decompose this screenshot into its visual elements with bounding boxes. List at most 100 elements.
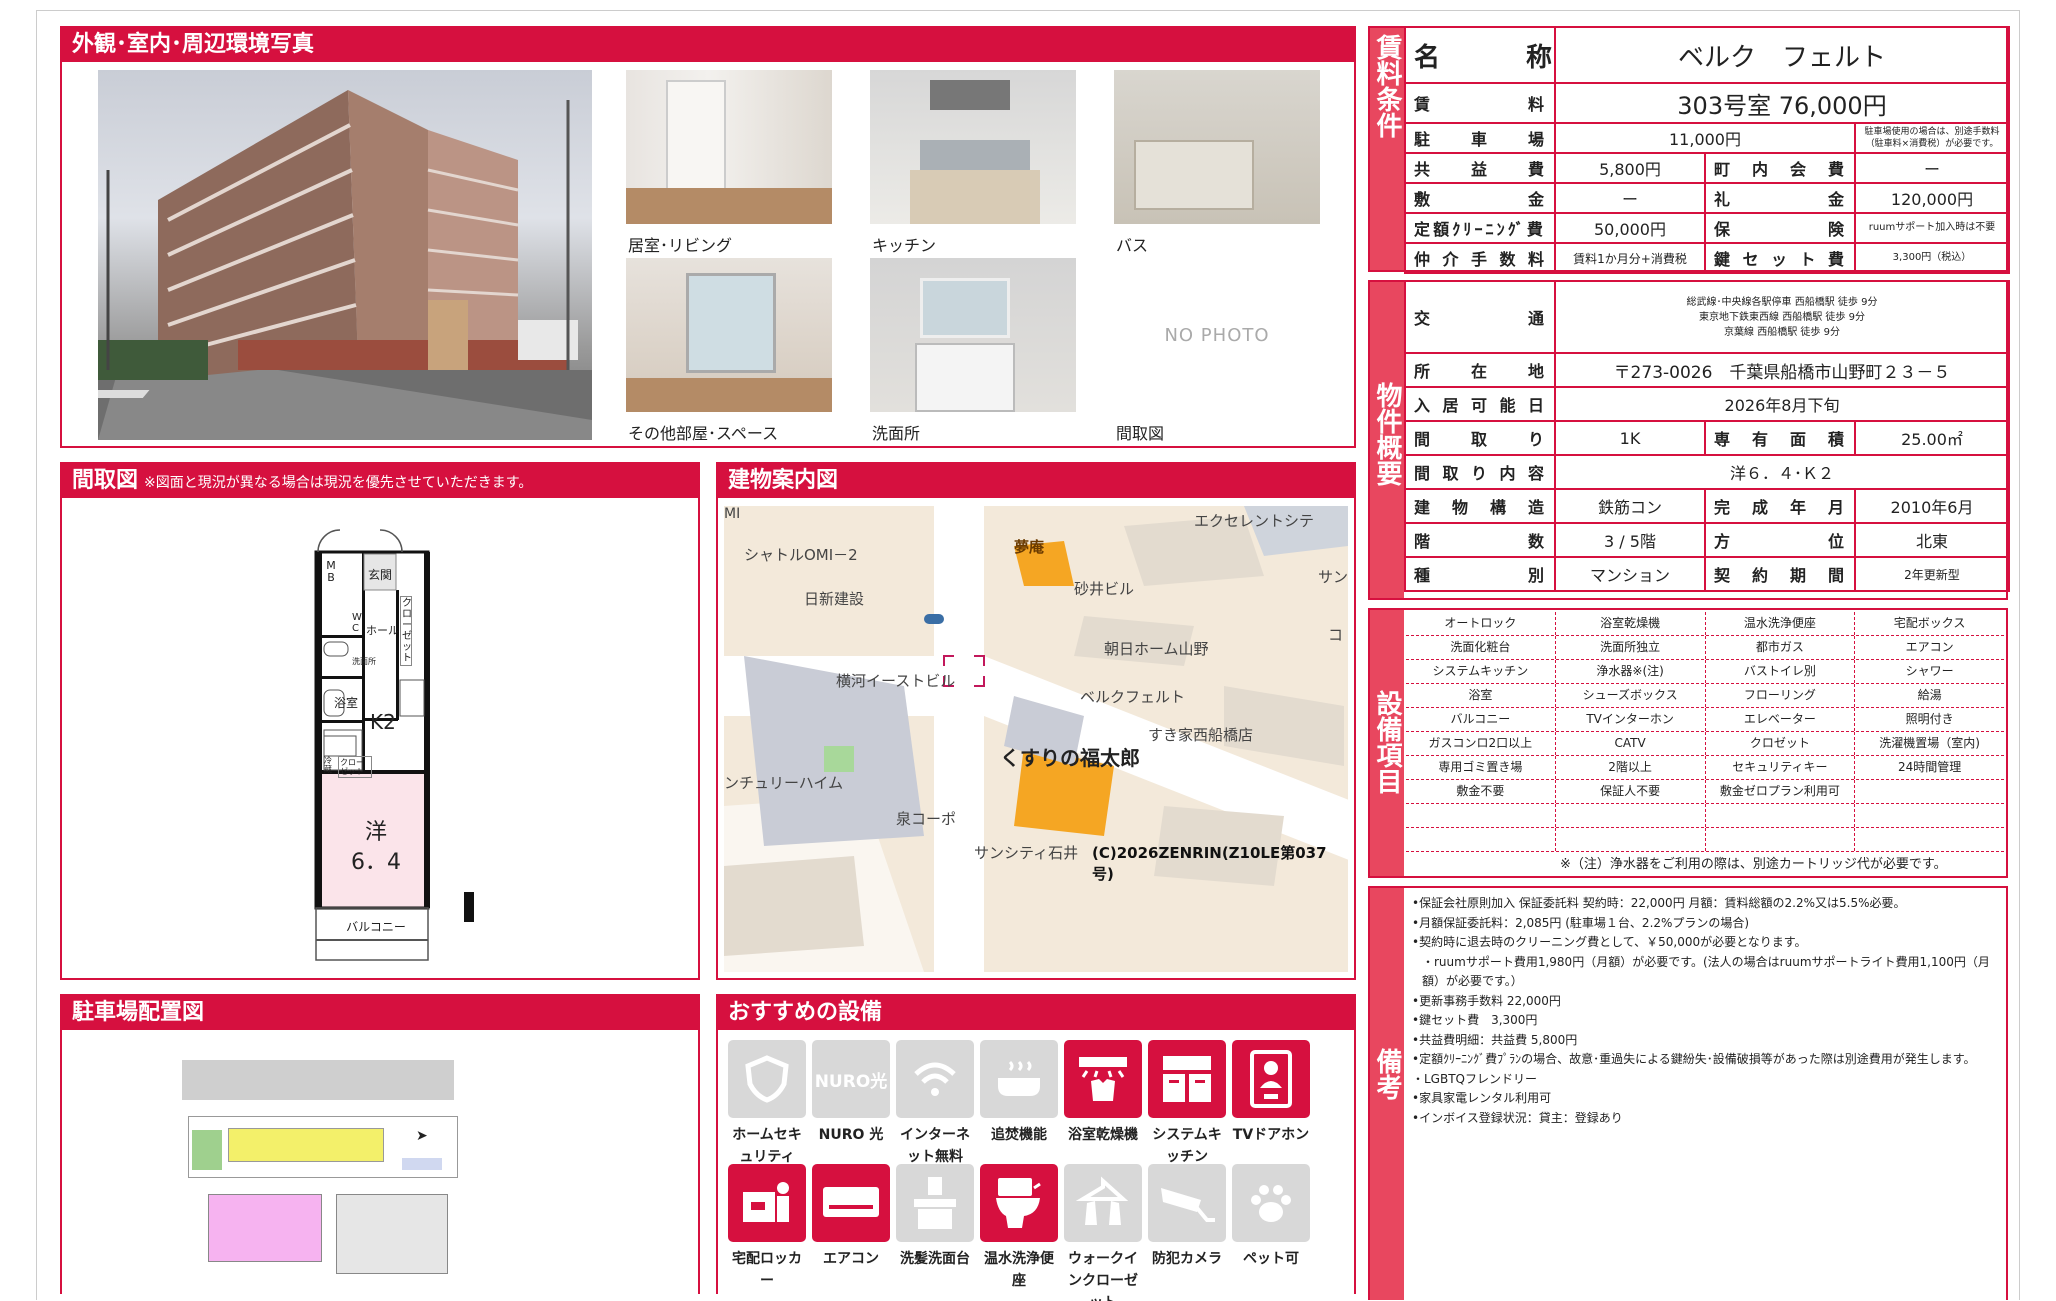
photos-title: 外観･室内･周辺環境写真 xyxy=(62,28,1354,62)
recommended-item[interactable]: 洗髪洗面台 xyxy=(896,1164,974,1270)
caption-other: その他部屋･スペース xyxy=(628,424,779,443)
mech-parking-diagram xyxy=(208,1194,322,1262)
town-fee-label: 町内会費 xyxy=(1704,152,1856,184)
equipment-row: 敷金不要 保証人不要 敷金ゼロプラン利用可 xyxy=(1406,780,2004,804)
map-canvas[interactable]: MI シャトルOMI－2 夢庵 エクセレントシテ サン 日新建設 砂井ビル 朝日… xyxy=(724,506,1348,972)
fp-fridge: 冷蔵 xyxy=(324,756,332,774)
recommended-item[interactable]: エアコン xyxy=(812,1164,890,1270)
road-strip xyxy=(182,1060,454,1100)
equipment-item xyxy=(1855,804,2004,827)
fp-washroom: 洗面所 xyxy=(352,657,376,666)
equipment-item: エレベーター xyxy=(1706,708,1856,731)
equipment-item: 浴室 xyxy=(1406,684,1556,707)
equipment-item: フローリング xyxy=(1706,684,1856,707)
recommended-item[interactable]: ウォークインクローゼット xyxy=(1064,1164,1142,1301)
recommended-item[interactable]: 宅配ロッカー xyxy=(728,1164,806,1292)
layout-value: 1K xyxy=(1554,420,1706,456)
parking-panel: 駐車場配置図 ➤ xyxy=(60,994,700,1294)
recommended-item[interactable]: 追焚機能 xyxy=(980,1040,1058,1146)
equipment-item: 温水洗浄便座 xyxy=(1706,612,1856,635)
key-money-value: 120,000円 xyxy=(1854,182,2010,214)
remarks-panel: 備考 •保証会社原則加入 保証委託料 契約時：22,000円 月額：賃料総額の2… xyxy=(1368,886,2008,1300)
kitchen-photo[interactable] xyxy=(870,70,1076,224)
fp-kitchen: K2 xyxy=(370,710,396,734)
parking-drawing[interactable]: ➤ xyxy=(172,1060,472,1300)
other-room-photo[interactable] xyxy=(626,258,832,412)
equipment-item: シューズボックス xyxy=(1556,684,1706,707)
remark-line: •家具家電レンタル利用可 xyxy=(1412,1091,1552,1105)
recommended-title: おすすめの設備 xyxy=(718,996,1354,1030)
equipment-item xyxy=(1855,828,2004,851)
caption-washroom: 洗面所 xyxy=(872,424,921,443)
nuro-logo-text: NURO光 xyxy=(814,1071,888,1092)
floor xyxy=(626,188,832,224)
parking-rules-sign xyxy=(336,1194,448,1274)
recommended-item[interactable]: TVドアホン xyxy=(1232,1040,1310,1146)
fp-entrance: 玄関 xyxy=(368,568,393,582)
camera-icon xyxy=(1148,1164,1226,1242)
cleaning-label: 定額ｸﾘｰﾆﾝｸﾞ費 xyxy=(1404,212,1556,244)
recommended-item[interactable]: システムキッチン xyxy=(1148,1040,1226,1168)
caption-bath: バス xyxy=(1116,236,1149,255)
common-fee-label: 共益費 xyxy=(1404,152,1556,184)
equipment-panel: 設備項目 オートロック 浴室乾燥機 温水洗浄便座 宅配ボックス 洗面化粧台 洗面所独立 都市… xyxy=(1368,608,2008,878)
transport-value: 総武線･中央線各駅停車 西船橋駅 徒歩 9分 東京地下鉄東西線 西船橋駅 徒歩 … xyxy=(1554,280,2010,354)
equipment-item: 専用ゴミ置き場 xyxy=(1406,756,1556,779)
equipment-item xyxy=(1706,828,1856,851)
map-label-4: サン xyxy=(1318,568,1348,586)
equipment-item: 24時間管理 xyxy=(1897,760,1962,774)
recommended-item[interactable]: 温水洗浄便座 xyxy=(980,1164,1058,1292)
sink-icon xyxy=(896,1164,974,1242)
window xyxy=(686,273,776,373)
map-label-1: シャトルOMI－2 xyxy=(744,546,858,564)
range-hood xyxy=(930,80,1010,110)
washroom-photo[interactable] xyxy=(870,258,1076,412)
floorplan-panel: 間取図 ※図面と現況が異なる場合は現況を優先させていただきます。 M B 玄関 W… xyxy=(60,462,700,980)
recommended-item-label: ペット可 xyxy=(1243,1251,1299,1267)
recommended-item[interactable]: 浴室乾燥機 xyxy=(1064,1040,1142,1146)
remark-line: •定額ｸﾘｰﾆﾝｸﾞ費ﾌﾟﾗﾝの場合、故意･重過失による鍵紛失･設備破損等があっ… xyxy=(1412,1052,1976,1066)
equipment-item xyxy=(1406,828,1556,851)
mirror xyxy=(920,278,1010,338)
remark-line: •契約時に退去時のクリーニング費として、￥50,000が必要となります。 xyxy=(1412,935,1807,949)
rent-side-label: 賃料条件 xyxy=(1370,28,1404,270)
green-area xyxy=(192,1130,222,1170)
parking-label: 駐車場 xyxy=(1404,122,1556,154)
move-in-value: 2026年8月下旬 xyxy=(1554,386,2010,422)
map-label-0: MI xyxy=(724,506,741,522)
equipment-item: 浄水器※(注) xyxy=(1556,660,1706,683)
recommended-item-label: 防犯カメラ xyxy=(1152,1251,1222,1267)
floorplan-note: ※図面と現況が異なる場合は現況を優先させていただきます。 xyxy=(144,475,533,491)
direction-value: 北東 xyxy=(1854,522,2010,558)
living-room-photo[interactable] xyxy=(626,70,832,224)
recommended-item-label: 温水洗浄便座 xyxy=(984,1251,1054,1289)
fp-wc: W C xyxy=(352,612,362,634)
keyset-label: 鍵セット費 xyxy=(1704,242,1856,274)
recommended-item[interactable]: NURO光 NURO 光 xyxy=(812,1040,890,1146)
sink xyxy=(920,140,1030,170)
map-drawing xyxy=(724,506,1348,972)
equipment-item: システムキッチン xyxy=(1406,660,1556,683)
recommended-item[interactable]: 防犯カメラ xyxy=(1148,1164,1226,1270)
remark-line: •保証会社原則加入 保証委託料 契約時：22,000円 月額：賃料総額の2.2%… xyxy=(1412,896,1906,910)
map-title: 建物案内図 xyxy=(718,464,1354,498)
equipment-grid: オートロック 浴室乾燥機 温水洗浄便座 宅配ボックス 洗面化粧台 洗面所独立 都市ガス エアコ… xyxy=(1406,612,2004,874)
name-label: 名 称 xyxy=(1404,26,1556,84)
equipment-item: 浴室乾燥機 xyxy=(1556,612,1706,635)
address-value: 〒273-0026 千葉県船橋市山野町２３－５ xyxy=(1554,352,2010,388)
bath-photo[interactable] xyxy=(1114,70,1320,224)
recommended-item[interactable]: インターネット無料 xyxy=(896,1040,974,1168)
recommended-item[interactable]: ペット可 xyxy=(1232,1164,1310,1270)
equipment-item: 敷金ゼロプラン利用可 xyxy=(1706,780,1856,803)
map-label-10: ベルクフェルト xyxy=(1080,688,1186,706)
rent-value: 303号室 76,000円 xyxy=(1554,82,2010,124)
kitchen-icon xyxy=(1148,1040,1226,1118)
equipment-row: バルコニー TVインターホン エレベーター 照明付き xyxy=(1406,708,2004,732)
map-label-6: 砂井ビル xyxy=(1074,580,1135,598)
equipment-item xyxy=(1556,828,1706,851)
map-label-15: サンシティ石井 xyxy=(974,844,1079,862)
fp-mb: M B xyxy=(326,559,336,584)
exterior-photo[interactable] xyxy=(98,70,592,440)
recommended-item[interactable]: ホームセキュリティ xyxy=(728,1040,806,1168)
map-label-7: 朝日ホーム山野 xyxy=(1104,640,1209,658)
